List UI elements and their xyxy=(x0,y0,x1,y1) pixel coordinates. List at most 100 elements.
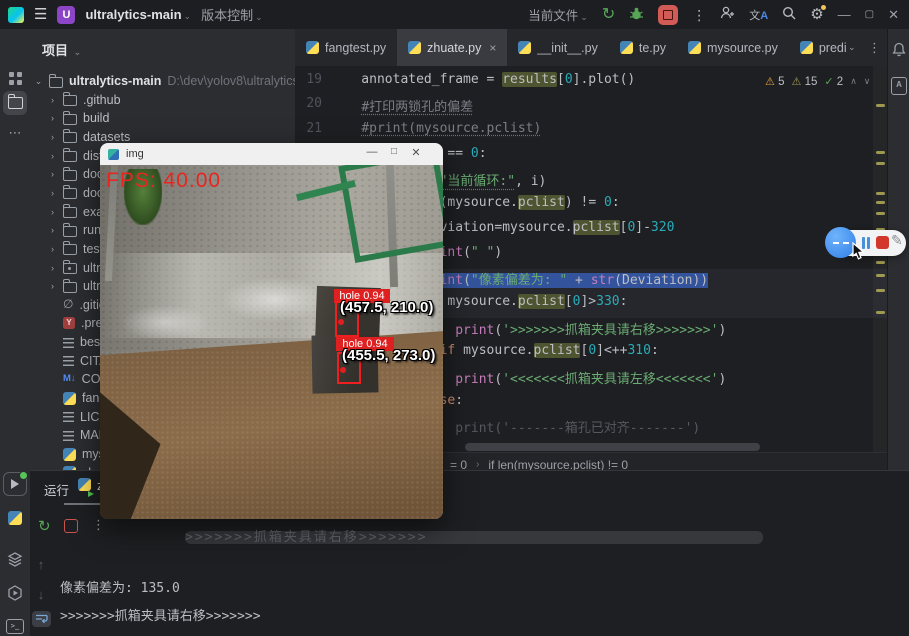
code-line-20[interactable]: 20 #打印两锁孔的偏差 xyxy=(295,96,887,121)
stop-button[interactable] xyxy=(658,5,678,25)
tree-chevron-icon[interactable]: › xyxy=(48,188,57,198)
terminal-icon[interactable]: >_ xyxy=(0,619,30,634)
detection-center-dot xyxy=(338,319,344,325)
tree-item-ultralytics-main[interactable]: ⌄ultralytics-main D:\dev\yolov8\ultralyt… xyxy=(30,72,295,90)
annotate-pencil-icon[interactable]: ✎ xyxy=(891,232,903,249)
window-maximize-button[interactable]: ▢ xyxy=(865,9,874,20)
settings-gear-icon[interactable]: ⚙ xyxy=(810,7,823,22)
tree-chevron-icon[interactable]: › xyxy=(48,151,57,161)
scrollbar-mark xyxy=(876,104,885,107)
services-layers-icon[interactable] xyxy=(0,552,30,567)
project-panel-header[interactable]: 项目 ⌄ xyxy=(42,40,81,59)
project-tool-window-icon[interactable] xyxy=(0,91,30,115)
tree-chevron-icon[interactable]: › xyxy=(48,95,57,105)
tab-list-chevron-icon[interactable]: ⌄ xyxy=(848,29,856,66)
editor-tabs: fangtest.pyzhuate.py× __init__.py te.py mys… xyxy=(295,29,847,66)
scrollbar-mark xyxy=(876,289,885,292)
scrollbar-mark xyxy=(876,261,885,264)
project-structure-icon[interactable] xyxy=(0,72,30,85)
window-minimize-button[interactable]: — xyxy=(838,7,851,22)
translate-icon[interactable]: 文A xyxy=(749,7,768,23)
debug-icon[interactable] xyxy=(629,6,644,24)
tree-chevron-icon[interactable]: › xyxy=(48,244,57,254)
more-actions-icon[interactable]: ⋮ xyxy=(692,8,706,22)
tree-chevron-icon[interactable]: › xyxy=(48,225,57,235)
pycharm-logo-icon xyxy=(8,7,24,23)
python-console-icon[interactable] xyxy=(0,511,30,525)
scrollbar-mark xyxy=(876,151,885,154)
scroll-down-icon[interactable]: ↓ xyxy=(30,587,52,602)
tree-chevron-icon[interactable]: › xyxy=(48,132,57,142)
prev-problem-icon[interactable]: ∧ xyxy=(850,76,857,87)
python-file-icon xyxy=(306,41,319,54)
tree-chevron-icon[interactable]: › xyxy=(48,263,57,273)
detection-coordinates: (455.5, 273.0) xyxy=(342,347,435,364)
more-tool-windows-icon[interactable]: ⋯ xyxy=(0,125,30,141)
soft-wrap-icon[interactable] xyxy=(32,611,51,627)
editor-tab-zhuate.py[interactable]: zhuate.py× xyxy=(397,29,507,66)
scroll-up-icon[interactable]: ↑ xyxy=(30,557,52,572)
opencv-img-window[interactable]: img — □ ✕ xyxy=(100,143,443,519)
tab-label: __init__.py xyxy=(537,41,597,55)
project-avatar: U xyxy=(57,6,75,24)
tree-chevron-icon[interactable]: › xyxy=(48,281,57,291)
search-everywhere-icon[interactable] xyxy=(782,6,796,23)
code-text: #打印两锁孔的偏差 xyxy=(330,96,473,115)
record-stop-button[interactable] xyxy=(876,236,889,249)
console-gutter-icon[interactable]: ≡ xyxy=(30,631,52,636)
scrollbar-mark xyxy=(876,162,885,165)
tab-options-icon[interactable]: ⋮ xyxy=(868,29,881,66)
mouse-cursor xyxy=(852,242,866,260)
main-menu-icon[interactable]: ☰ xyxy=(34,7,47,22)
run-configuration-selector[interactable]: 当前文件⌄ xyxy=(528,5,588,24)
editor-scrollbar[interactable] xyxy=(873,66,887,452)
close-tab-icon[interactable]: × xyxy=(489,41,496,55)
code-text: #print(mysource.pclist) xyxy=(330,121,541,136)
horizontal-scrollbar-thumb[interactable] xyxy=(465,443,760,451)
code-with-me-icon[interactable] xyxy=(720,6,735,23)
scrollbar-mark xyxy=(876,274,885,277)
run-tool-window-icon[interactable] xyxy=(0,472,30,496)
scrollbar-mark xyxy=(876,212,885,215)
editor-tab-mysource.py[interactable]: mysource.py xyxy=(677,29,789,66)
run-anything-icon[interactable] xyxy=(0,585,30,601)
console-line-move-right: >>>>>>>抓箱夹具请右移>>>>>>> xyxy=(60,605,261,624)
img-maximize-button[interactable]: □ xyxy=(386,146,402,157)
editor-tab-predictor.py[interactable]: predictor.py xyxy=(789,29,847,66)
inspections-widget[interactable]: ⚠ 5 ⚠ 15 ✓ 2 ∧ ∨ xyxy=(765,75,870,88)
title-bar: ☰ U ultralytics-main⌄ 版本控制⌄ 当前文件⌄ ↻ ⋮ 文A… xyxy=(0,0,909,30)
tree-item-.github[interactable]: ›.github xyxy=(30,91,295,109)
run-panel-title[interactable]: 运行 xyxy=(44,480,69,499)
console-line-deviation: 像素偏差为: 135.0 xyxy=(60,577,180,596)
tree-chevron-icon[interactable]: › xyxy=(48,113,57,123)
vcs-menu[interactable]: 版本控制⌄ xyxy=(201,5,263,24)
pause-icon[interactable] xyxy=(867,237,870,249)
notifications-bell-icon[interactable] xyxy=(888,42,909,57)
tab-label: te.py xyxy=(639,41,666,55)
detection-center-dot xyxy=(340,367,346,373)
stop-console-icon[interactable] xyxy=(64,519,78,533)
tree-item-build[interactable]: › build xyxy=(30,109,295,127)
tree-chevron-icon[interactable]: ⌄ xyxy=(34,76,43,87)
tree-chevron-icon[interactable]: › xyxy=(48,207,57,217)
scrollbar-mark xyxy=(876,201,885,204)
img-close-button[interactable]: ✕ xyxy=(408,146,424,159)
console-options-icon[interactable]: ⋮ xyxy=(92,517,105,533)
camera-frame: FPS: 40.00 hole 0.94 (457.5, 210.0) hole… xyxy=(100,165,443,519)
editor-tab-fangtest.py[interactable]: fangtest.py xyxy=(295,29,397,66)
code-line-21[interactable]: 21 #print(mysource.pclist) xyxy=(295,121,887,146)
img-minimize-button[interactable]: — xyxy=(364,146,380,158)
project-selector[interactable]: ultralytics-main⌄ xyxy=(85,7,191,22)
tree-item-label: build xyxy=(83,111,109,125)
next-problem-icon[interactable]: ∨ xyxy=(864,76,871,87)
rerun-icon[interactable]: ↻ xyxy=(602,7,615,23)
tree-chevron-icon[interactable]: › xyxy=(48,169,57,179)
documentation-icon[interactable]: A xyxy=(888,77,909,95)
python-file-icon xyxy=(620,41,633,54)
rerun-console-icon[interactable]: ↻ xyxy=(38,517,51,535)
window-close-button[interactable]: ✕ xyxy=(888,7,899,23)
editor-tab-te.py[interactable]: te.py xyxy=(609,29,677,66)
editor-tab-__init__.py[interactable]: __init__.py xyxy=(507,29,608,66)
tree-item-path: D:\dev\yolov8\ultralytics-main xyxy=(167,74,295,88)
img-window-title-bar[interactable]: img — □ ✕ xyxy=(100,143,443,165)
